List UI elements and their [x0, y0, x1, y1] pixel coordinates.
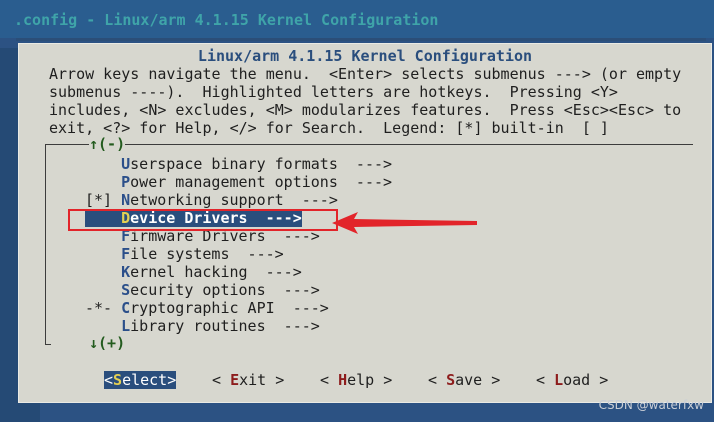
button-hotkey: S — [113, 371, 123, 389]
scroll-up-indicator[interactable]: ↑(-) — [89, 135, 126, 153]
dialog-title: Linux/arm 4.1.15 Kernel Configuration — [197, 47, 533, 65]
button-bracket: < — [320, 371, 339, 389]
menu-item-label: ibrary routines ---> — [130, 317, 320, 335]
menu-item-power-management-options[interactable]: Power management options ---> — [85, 173, 392, 191]
button-label: xit > — [239, 371, 285, 389]
annotation-highlight-box — [68, 209, 338, 231]
save-button[interactable]: < Save > — [428, 371, 500, 389]
button-bracket: < — [104, 371, 114, 389]
button-label: elect> — [122, 371, 177, 389]
menu-item-kernel-hacking[interactable]: Kernel hacking ---> — [85, 263, 302, 281]
help-line-2: submenus ----). Highlighted letters are … — [49, 83, 618, 101]
menu-item-prefix — [85, 263, 121, 281]
annotation-arrow-icon — [332, 212, 477, 234]
title-underline — [16, 38, 706, 41]
button-label: ave > — [455, 371, 501, 389]
menu-item-label: ecurity options ---> — [130, 281, 320, 299]
menu-item-label: ile systems ---> — [130, 245, 284, 263]
scroll-down-indicator[interactable]: ↓(+) — [89, 334, 126, 352]
menu-item-label: ernel hacking ---> — [130, 263, 302, 281]
button-bracket: < — [428, 371, 447, 389]
menu-item-prefix — [85, 155, 121, 173]
menu-item-userspace-binary-formats[interactable]: Userspace binary formats ---> — [85, 155, 392, 173]
menu-item-security-options[interactable]: Security options ---> — [85, 281, 320, 299]
menu-item-hotkey: N — [121, 191, 131, 209]
button-label: elp > — [347, 371, 393, 389]
menu-item-hotkey: C — [121, 299, 131, 317]
menu-item-cryptographic-api[interactable]: -*- Cryptographic API ---> — [85, 299, 329, 317]
help-line-1: Arrow keys navigate the menu. <Enter> se… — [49, 65, 682, 83]
help-button[interactable]: < Help > — [320, 371, 392, 389]
button-hotkey: E — [230, 371, 240, 389]
menu-frame-corner — [45, 344, 51, 345]
menu-item-hotkey: F — [121, 245, 131, 263]
menu-item-prefix: [*] — [85, 191, 122, 209]
select-button[interactable]: <Select> — [104, 371, 177, 389]
menu-item-label: serspace binary formats ---> — [130, 155, 393, 173]
button-hotkey: H — [338, 371, 348, 389]
menu-item-prefix — [85, 245, 121, 263]
button-bracket: < — [212, 371, 231, 389]
menu-item-hotkey: P — [121, 173, 131, 191]
help-line-3: includes, <N> excludes, <M> modularizes … — [49, 101, 682, 119]
help-line-4: exit, <?> for Help, </> for Search. Lege… — [49, 119, 609, 137]
load-button[interactable]: < Load > — [536, 371, 608, 389]
menu-item-hotkey: S — [121, 281, 131, 299]
menu-item-hotkey: L — [121, 317, 131, 335]
menu-item-prefix — [85, 281, 121, 299]
menu-item-networking-support[interactable]: [*] Networking support ---> — [85, 191, 338, 209]
menu-item-library-routines[interactable]: Library routines ---> — [85, 317, 320, 335]
menu-item-prefix — [85, 173, 121, 191]
menu-item-hotkey: U — [121, 155, 131, 173]
menu-item-prefix — [85, 317, 121, 335]
menu-item-hotkey: K — [121, 263, 131, 281]
exit-button[interactable]: < Exit > — [212, 371, 284, 389]
menu-item-label: ryptographic API ---> — [130, 299, 329, 317]
button-bracket: < — [536, 371, 555, 389]
help-text: Arrow keys navigate the menu. <Enter> se… — [49, 65, 681, 137]
button-label: oad > — [563, 371, 609, 389]
menu-item-file-systems[interactable]: File systems ---> — [85, 245, 284, 263]
menu-item-label: ower management options ---> — [130, 173, 393, 191]
menu-item-prefix: -*- — [85, 299, 122, 317]
menu-item-label: etworking support ---> — [130, 191, 338, 209]
button-hotkey: L — [554, 371, 564, 389]
watermark-text: CSDN @waterfxw — [598, 398, 704, 412]
button-hotkey: S — [446, 371, 456, 389]
config-file-title: .config - Linux/arm 4.1.15 Kernel Config… — [14, 11, 439, 29]
